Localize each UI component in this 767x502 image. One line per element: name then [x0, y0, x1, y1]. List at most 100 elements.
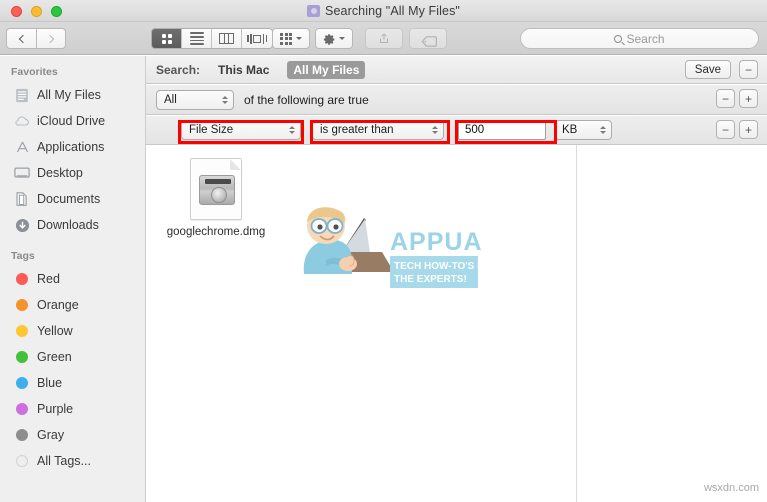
- sidebar-tag-red[interactable]: Red: [0, 266, 145, 292]
- sidebar-item-label: Downloads: [37, 218, 99, 232]
- sidebar-item-label: Green: [37, 350, 72, 364]
- chevron-right-icon: [45, 34, 54, 43]
- icloud-icon: [14, 113, 30, 129]
- search-placeholder: Search: [626, 31, 665, 46]
- sidebar-tag-gray[interactable]: Gray: [0, 422, 145, 448]
- svg-text:TECH HOW-TO'S FROM: TECH HOW-TO'S FROM: [394, 261, 482, 272]
- file-browser-content: googlechrome.dmg APPUA TECH HOW-TO'S F T…: [146, 145, 767, 502]
- amount-input[interactable]: 500: [458, 120, 546, 140]
- sidebar-tag-blue[interactable]: Blue: [0, 370, 145, 396]
- unit-dropdown[interactable]: KB: [554, 120, 612, 140]
- save-button[interactable]: Save: [684, 60, 731, 79]
- window-title-group: Searching "All My Files": [0, 0, 767, 22]
- remove-rule-button[interactable]: −: [716, 89, 735, 108]
- share-button[interactable]: [365, 28, 403, 49]
- sidebar-item-all-my-files[interactable]: All My Files: [0, 82, 145, 108]
- stepper-arrows-icon: [600, 126, 606, 134]
- coverflow-icon: [247, 33, 267, 44]
- sidebar-item-applications[interactable]: Applications: [0, 134, 145, 160]
- sidebar-item-icloud-drive[interactable]: iCloud Drive: [0, 108, 145, 134]
- stepper-arrows-icon: [222, 95, 228, 104]
- unit-value: KB: [562, 124, 578, 136]
- title-bar: Searching "All My Files": [0, 0, 767, 22]
- tag-button[interactable]: [409, 28, 447, 49]
- action-button[interactable]: [315, 28, 353, 49]
- operator-dropdown[interactable]: is greater than: [312, 120, 444, 140]
- tag-dot-icon: [14, 323, 30, 339]
- appuals-watermark: APPUALS TECH HOW-TO'S FROM THE EXPERTS!: [286, 200, 515, 296]
- all-my-files-icon: [14, 87, 30, 103]
- tag-dot-icon: [14, 349, 30, 365]
- attribute-value: File Size: [189, 124, 234, 136]
- documents-icon: [14, 191, 30, 207]
- file-name-label: googlechrome.dmg: [166, 226, 266, 238]
- sidebar-tag-purple[interactable]: Purple: [0, 396, 145, 422]
- applications-icon: [14, 139, 30, 155]
- tag-dot-icon: [14, 427, 30, 443]
- share-icon: [378, 32, 390, 45]
- sidebar-item-label: Applications: [37, 140, 105, 154]
- window-title: Searching "All My Files": [325, 4, 460, 18]
- downloads-icon: [14, 217, 30, 233]
- amount-value: 500: [465, 124, 485, 136]
- remove-criterion-button[interactable]: −: [716, 120, 735, 139]
- tag-dot-icon: [14, 401, 30, 417]
- back-button[interactable]: [6, 28, 36, 49]
- list-icon: [189, 32, 204, 45]
- sidebar-item-label: All My Files: [37, 88, 101, 102]
- grid-icon: [161, 33, 172, 44]
- list-item[interactable]: googlechrome.dmg: [160, 158, 272, 238]
- sidebar-item-label: Desktop: [37, 166, 83, 180]
- tag-dot-icon: [14, 297, 30, 313]
- search-icon: [614, 34, 623, 43]
- sidebar: Favorites All My Files iCloud Drive Appl…: [0, 56, 146, 502]
- tag-dot-icon: [14, 453, 30, 469]
- sidebar-tag-yellow[interactable]: Yellow: [0, 318, 145, 344]
- sidebar-item-downloads[interactable]: Downloads: [0, 212, 145, 238]
- sidebar-tag-orange[interactable]: Orange: [0, 292, 145, 318]
- sidebar-item-label: Yellow: [37, 324, 73, 338]
- sidebar-item-desktop[interactable]: Desktop: [0, 160, 145, 186]
- purple-folder-icon: [307, 5, 321, 17]
- match-rule-row: All of the following are true − +: [146, 85, 767, 115]
- sidebar-section-tags: Tags: [11, 250, 35, 262]
- search-input[interactable]: Search: [520, 28, 759, 49]
- attribute-dropdown[interactable]: File Size: [181, 120, 301, 140]
- forward-button[interactable]: [36, 28, 66, 49]
- sidebar-tag-all-tags[interactable]: All Tags...: [0, 448, 145, 474]
- add-rule-button[interactable]: +: [739, 89, 758, 108]
- stepper-arrows-icon: [432, 126, 438, 134]
- arrange-button[interactable]: [272, 28, 310, 49]
- tag-icon: [421, 34, 437, 47]
- scope-this-mac[interactable]: This Mac: [212, 61, 275, 79]
- view-mode-segmented-control: [151, 28, 273, 49]
- gear-icon: [323, 33, 335, 45]
- sidebar-item-label: Purple: [37, 402, 74, 416]
- sidebar-tag-green[interactable]: Green: [0, 344, 145, 370]
- list-view-button[interactable]: [182, 29, 212, 48]
- columns-icon: [219, 33, 234, 44]
- sidebar-section-favorites: Favorites: [11, 66, 58, 78]
- sidebar-item-label: Orange: [37, 298, 79, 312]
- match-type-dropdown[interactable]: All: [156, 89, 234, 110]
- operator-value: is greater than: [320, 124, 394, 136]
- coverflow-view-button[interactable]: [242, 29, 272, 48]
- arrange-grid-icon: [280, 32, 292, 45]
- search-scope-bar: Search: This Mac All My Files Save −: [146, 56, 767, 84]
- add-criterion-button[interactable]: +: [739, 120, 758, 139]
- sidebar-item-label: Documents: [37, 192, 101, 206]
- remove-search-button[interactable]: −: [739, 60, 758, 79]
- search-label: Search:: [156, 62, 201, 77]
- match-row-text: of the following are true: [244, 92, 369, 107]
- disk-image-icon: [190, 158, 242, 220]
- sidebar-item-label: Red: [37, 272, 60, 286]
- navigation-group: [6, 28, 66, 49]
- tag-dot-icon: [14, 271, 30, 287]
- match-type-value: All: [164, 93, 177, 106]
- scope-all-my-files[interactable]: All My Files: [287, 60, 366, 79]
- icon-view-button[interactable]: [152, 29, 182, 48]
- sidebar-item-label: All Tags...: [37, 454, 91, 468]
- column-view-button[interactable]: [212, 29, 242, 48]
- sidebar-item-documents[interactable]: Documents: [0, 186, 145, 212]
- sidebar-item-label: iCloud Drive: [37, 114, 106, 128]
